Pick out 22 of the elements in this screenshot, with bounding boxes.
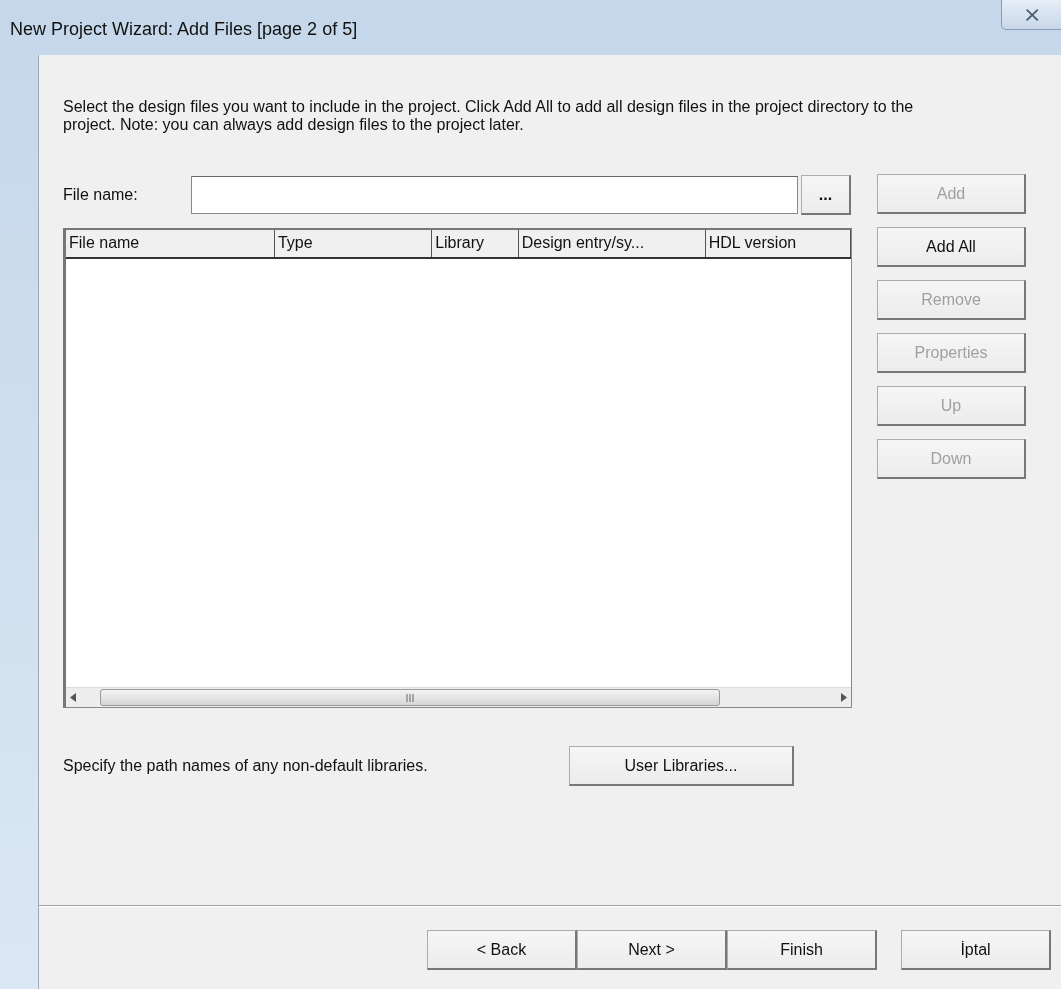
instructions-text: Select the design files you want to include in the project. Click Add All to add all design files in the project directory to the project. Note: you can always add design files to the project later. [63,98,915,134]
close-button[interactable]: ⨯ [1001,0,1061,30]
column-header[interactable]: File name [66,230,275,257]
scroll-thumb[interactable] [100,689,720,706]
file-name-label: File name: [63,186,139,204]
column-header[interactable]: HDL version [705,230,851,257]
column-header[interactable]: Type [274,230,433,257]
side-button[interactable]: Add All [877,227,1026,267]
window-title: New Project Wizard: Add Files [page 2 of 5] [10,19,358,40]
browse-button[interactable]: ... [801,175,851,215]
scroll-right-icon[interactable] [841,693,847,702]
column-header[interactable]: Design entry/sy... [518,230,706,257]
wizard-button[interactable]: İptal [901,930,1051,970]
libraries-hint: Specify the path names of any non-default libraries. [63,757,429,775]
wizard-button[interactable]: < Back [427,930,577,970]
user-libraries-button[interactable]: User Libraries... [569,746,794,786]
column-header[interactable]: Library [432,230,519,257]
wizard-button[interactable]: Finish [727,930,877,970]
file-name-field[interactable] [191,176,798,214]
wizard-button[interactable]: Next > [577,930,727,970]
scroll-left-icon[interactable] [70,693,76,702]
horizontal-scrollbar[interactable] [66,687,851,707]
